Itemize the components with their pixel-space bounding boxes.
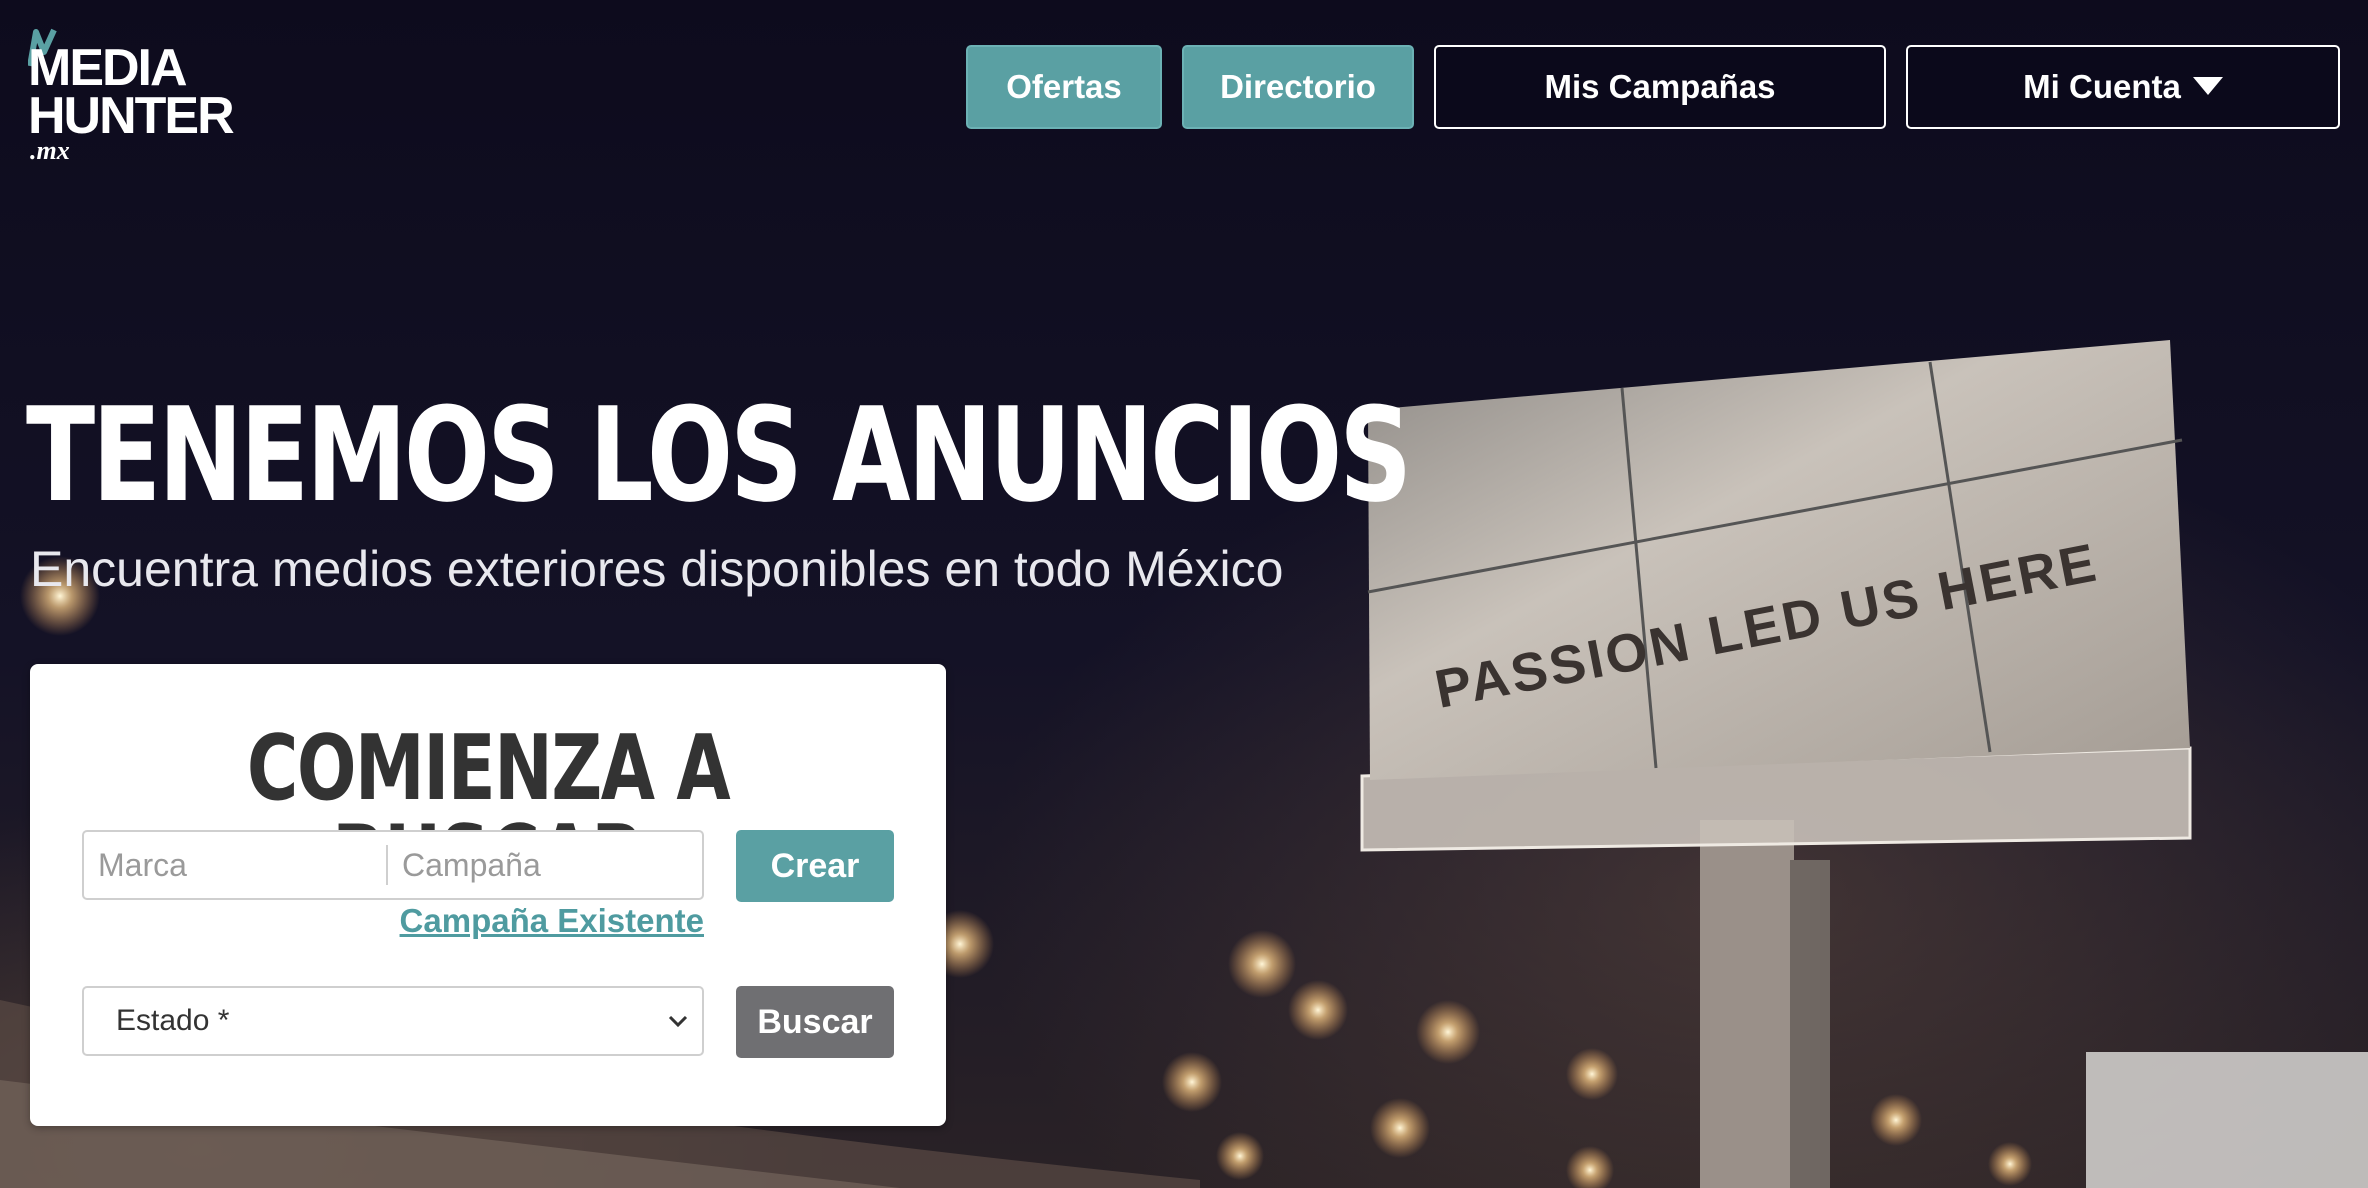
campaign-input-group: [82, 830, 704, 900]
nav-mi-cuenta-label: Mi Cuenta: [2023, 68, 2181, 105]
logo-text-mx: .mx: [30, 136, 70, 165]
buscar-button[interactable]: Buscar: [736, 986, 894, 1058]
caret-down-icon: [2192, 77, 2223, 95]
nav-mi-cuenta-button[interactable]: Mi Cuenta: [1906, 45, 2340, 129]
nav-directorio-label: Directorio: [1220, 68, 1376, 105]
chevron-down-icon: [668, 1015, 688, 1028]
nav-mis-campanas-button[interactable]: Mis Campañas: [1434, 45, 1886, 129]
nav-mis-campanas-label: Mis Campañas: [1544, 68, 1776, 105]
search-card: COMIENZA A BUSCAR Crear Campaña Existent…: [30, 664, 946, 1126]
hero-headline: TENEMOS LOS ANUNCIOS: [26, 379, 1412, 531]
crear-button[interactable]: Crear: [736, 830, 894, 902]
marca-input[interactable]: [84, 835, 386, 895]
estado-select[interactable]: Estado *: [82, 986, 704, 1056]
logo[interactable]: MEDIA HUNTER .mx: [28, 28, 248, 168]
nav-ofertas-button[interactable]: Ofertas: [966, 45, 1162, 129]
campana-input[interactable]: [388, 835, 700, 895]
nav-ofertas-label: Ofertas: [1006, 68, 1122, 105]
nav-directorio-button[interactable]: Directorio: [1182, 45, 1414, 129]
hero-subheadline: Encuentra medios exteriores disponibles …: [30, 541, 1284, 597]
campana-existente-link[interactable]: Campaña Existente: [400, 902, 704, 940]
estado-select-value: Estado *: [116, 1004, 230, 1037]
